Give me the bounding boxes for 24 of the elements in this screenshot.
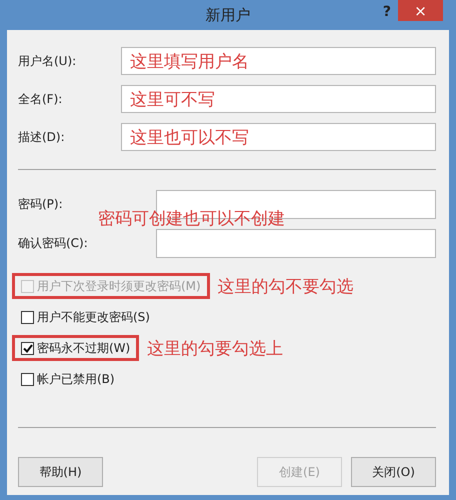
annotation-text: 密码可创建也可以不创建: [98, 208, 285, 230]
checkbox[interactable]: 密码永不过期(W): [21, 340, 130, 356]
close-button[interactable]: ×: [398, 0, 443, 21]
input-field[interactable]: 这里可不写: [121, 85, 436, 113]
field-label: 描述(D):: [18, 128, 66, 146]
annotation-text: 这里也可以不写: [130, 126, 249, 148]
window-title: 新用户: [206, 6, 250, 24]
annotation-text: 这里填写用户名: [130, 50, 249, 72]
help-button[interactable]: ?: [382, 4, 391, 20]
annotation-text: 这里的勾不要勾选: [218, 276, 354, 298]
input-field[interactable]: 这里也可以不写: [121, 123, 436, 151]
field-label: 密码(P):: [18, 196, 64, 213]
input-field[interactable]: 这里填写用户名: [121, 47, 436, 75]
checkmark-icon: [22, 344, 32, 352]
field-label: 用户名(U):: [18, 52, 78, 70]
field-label: 确认密码(C):: [18, 235, 89, 252]
dialog-button[interactable]: 帮助(H): [18, 457, 103, 487]
input-field[interactable]: [156, 229, 436, 258]
annotation-text: 这里可不写: [130, 88, 215, 110]
annotation-text: 这里的勾要勾选上: [147, 338, 284, 360]
dialog-button[interactable]: 关闭(O): [351, 457, 436, 487]
checkbox[interactable]: 帐户已禁用(B): [21, 370, 115, 388]
field-label: 全名(F):: [18, 90, 64, 108]
checkbox[interactable]: 用户不能更改密码(S): [21, 308, 150, 326]
